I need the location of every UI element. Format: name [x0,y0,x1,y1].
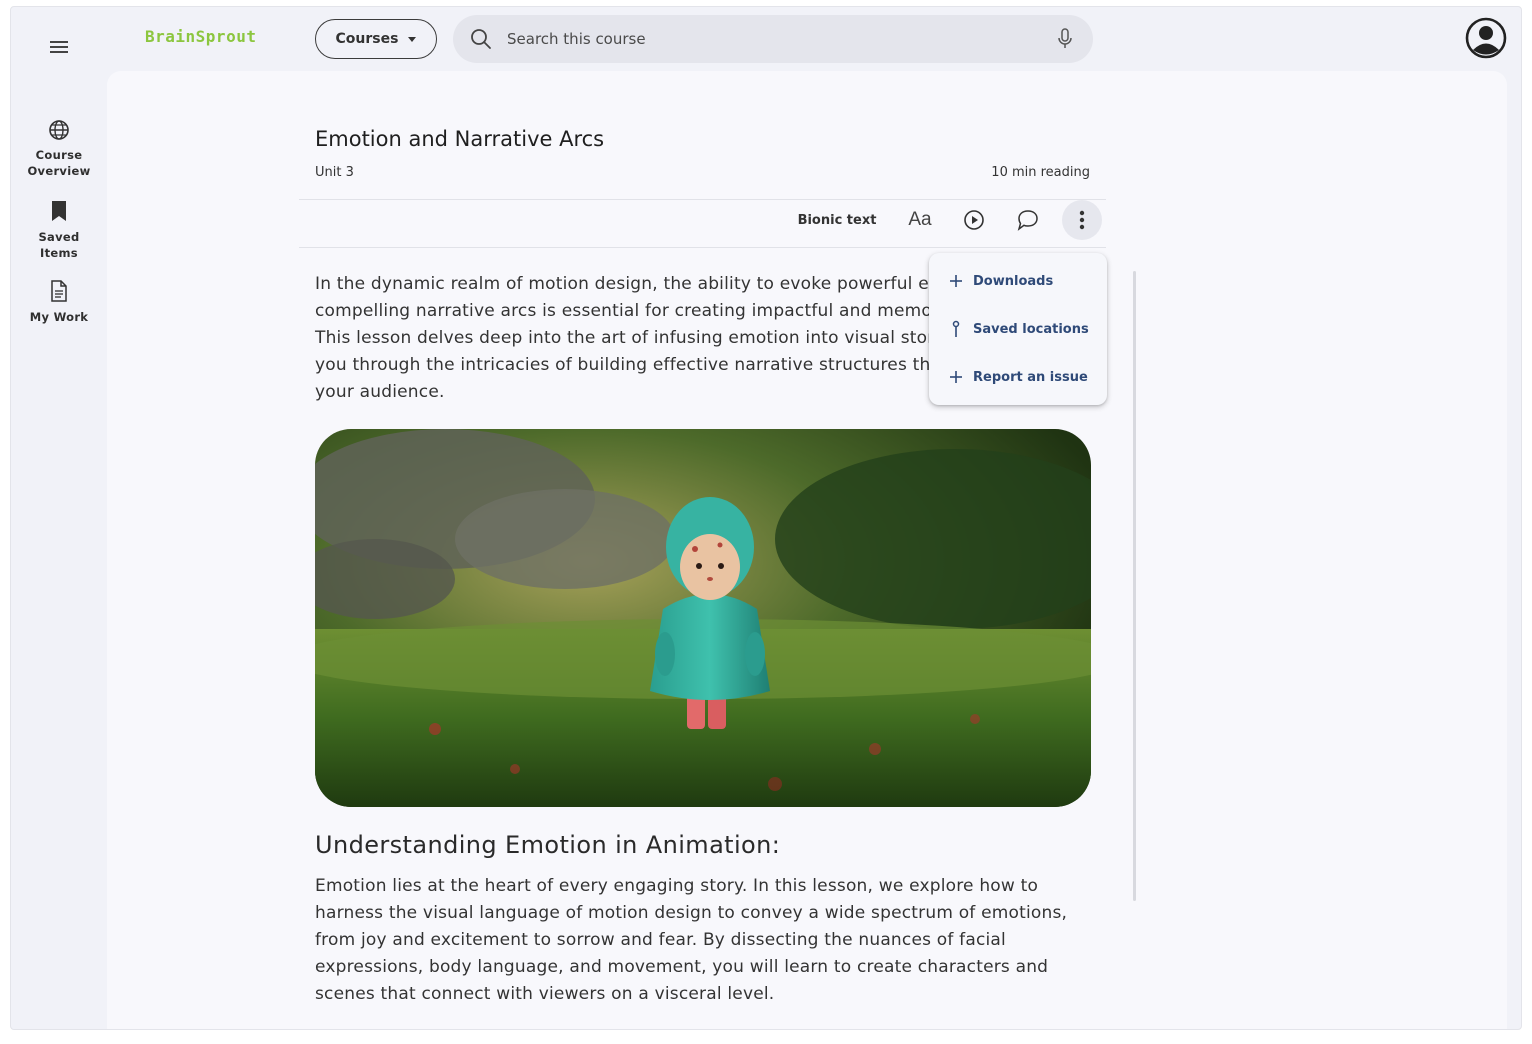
rail-label: Saved Items [38,230,80,260]
search-icon [471,29,491,49]
font-icon: Aa [908,209,932,230]
read-time-label: 10 min reading [991,165,1090,180]
search-bar[interactable] [453,15,1093,63]
rail-item-course-overview[interactable]: Course Overview [11,119,107,179]
divider [299,247,1106,248]
bookmark-icon [52,201,66,221]
chat-bubble-icon [1017,210,1038,231]
courses-label: Courses [335,31,399,47]
bionic-text-toggle[interactable]: Bionic text [787,199,887,241]
more-options-menu: Downloads Saved locations Report an issu… [929,253,1107,405]
hamburger-menu-icon[interactable] [47,35,71,59]
play-circle-icon [964,210,984,230]
rail-item-my-work[interactable]: My Work [11,279,107,325]
more-options-button[interactable] [1062,200,1102,240]
menu-item-label: Downloads [973,273,1054,289]
plus-icon [950,275,962,287]
font-settings-button[interactable]: Aa [902,199,938,241]
figurine-in-grass-image [315,429,1091,807]
brand-logo[interactable]: BrainSprout [145,27,256,46]
page-title: Emotion and Narrative Arcs [315,127,605,151]
menu-item-downloads[interactable]: Downloads [929,257,1107,305]
hero-image [315,429,1091,807]
plus-icon [950,371,962,383]
section-paragraph: Emotion lies at the heart of every engag… [315,876,1068,1004]
globe-icon [49,120,69,140]
play-audio-button[interactable] [956,199,992,241]
courses-dropdown-button[interactable]: Courses [315,19,437,59]
menu-item-saved-locations[interactable]: Saved locations [929,305,1107,353]
menu-item-label: Saved locations [973,321,1089,337]
menu-item-report-issue[interactable]: Report an issue [929,353,1107,401]
account-avatar-icon[interactable] [1465,17,1507,59]
pin-icon [952,320,960,337]
more-vertical-icon [1079,210,1085,230]
rail-label: Course Overview [27,148,91,178]
search-input[interactable] [507,30,1027,48]
caret-down-icon [408,36,417,42]
comments-button[interactable] [1010,199,1046,241]
document-icon [51,280,67,302]
microphone-icon[interactable] [1055,27,1075,51]
app-window: BrainSprout Courses Course Overview [10,6,1522,1030]
unit-label: Unit 3 [315,165,354,180]
content-scrollbar[interactable] [1133,271,1136,901]
menu-item-label: Report an issue [973,369,1088,385]
rail-label: My Work [29,310,89,324]
section-heading: Understanding Emotion in Animation: [315,831,781,859]
rail-item-saved-items[interactable]: Saved Items [11,199,107,261]
lesson-panel: Emotion and Narrative Arcs Unit 3 10 min… [107,71,1507,1029]
